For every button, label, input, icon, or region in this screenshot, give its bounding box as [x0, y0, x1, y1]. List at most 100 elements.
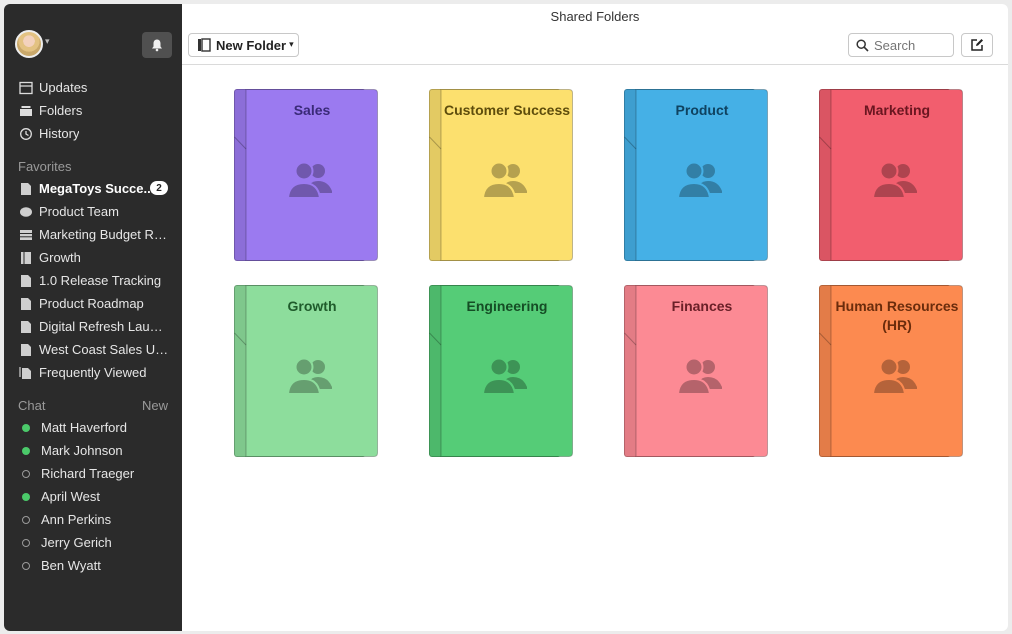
- people-icon: [872, 357, 917, 395]
- chat-bubble-icon: [19, 205, 33, 219]
- offline-status-icon: [22, 538, 30, 547]
- contact-name: Ann Perkins: [41, 512, 112, 527]
- main-content: Shared Folders New Folder ▾ Sales Custome…: [182, 4, 1008, 631]
- sidebar-item[interactable]: West Coast Sales Upd...: [4, 338, 182, 361]
- folder-name: Growth: [287, 298, 337, 314]
- sidebar-item-label: MegaToys Succe...: [39, 181, 155, 196]
- online-status-icon: [22, 446, 30, 455]
- search-box[interactable]: [848, 33, 954, 57]
- sidebar-item-label: Product Team: [39, 204, 119, 219]
- sidebar-item[interactable]: Digital Refresh Launc...: [4, 315, 182, 338]
- document-icon: [19, 182, 33, 196]
- sidebar-item[interactable]: Frequently Viewed: [4, 361, 182, 384]
- chat-contact[interactable]: April West: [4, 485, 182, 508]
- folder-card[interactable]: Product: [624, 89, 768, 261]
- sidebar-item[interactable]: Product Roadmap: [4, 292, 182, 315]
- sidebar-item-label: Growth: [39, 250, 81, 265]
- table-icon: [19, 228, 33, 242]
- people-icon: [677, 161, 722, 199]
- document-icon: [19, 274, 33, 288]
- people-icon: [677, 357, 722, 395]
- sidebar-nav: Updates Folders History Favorites MegaToys S…: [4, 76, 182, 577]
- folder-name: Marketing: [863, 102, 931, 118]
- folder-name: Human Resources (HR): [835, 298, 959, 333]
- sidebar-item[interactable]: Product Team: [4, 200, 182, 223]
- document-icon: [19, 320, 33, 334]
- chevron-down-icon[interactable]: ▾: [45, 37, 55, 47]
- folder-card[interactable]: Marketing: [819, 89, 963, 261]
- contact-name: Jerry Gerich: [41, 535, 112, 550]
- people-icon: [482, 357, 527, 395]
- sidebar-item-label: 1.0 Release Tracking: [39, 273, 162, 288]
- folder-plus-icon: [198, 38, 211, 52]
- chat-contact[interactable]: Jerry Gerich: [4, 531, 182, 554]
- folder-card[interactable]: Human Resources (HR): [819, 285, 963, 457]
- sidebar-item-label: Product Roadmap: [39, 296, 144, 311]
- folder-card[interactable]: Engineering: [429, 285, 573, 457]
- chat-contact[interactable]: Richard Traeger: [4, 462, 182, 485]
- sidebar-item[interactable]: History: [4, 122, 182, 145]
- folder-card[interactable]: Customer Success: [429, 89, 573, 261]
- sidebar-item-label: Marketing Budget Re...: [39, 227, 169, 242]
- folder-name: Product: [675, 102, 729, 118]
- sidebar-item[interactable]: MegaToys Succe... 2: [4, 177, 182, 200]
- folder-name: Engineering: [466, 298, 548, 314]
- document-icon: [19, 297, 33, 311]
- folder-name: Customer Success: [443, 102, 571, 118]
- sidebar-item[interactable]: Folders: [4, 99, 182, 122]
- contact-name: Richard Traeger: [41, 466, 135, 481]
- compose-button[interactable]: [961, 33, 993, 57]
- sidebar-item[interactable]: 1.0 Release Tracking: [4, 269, 182, 292]
- documents-stack-icon: [19, 366, 33, 380]
- online-status-icon: [22, 492, 30, 501]
- notifications-button[interactable]: [142, 32, 172, 58]
- people-icon: [482, 161, 527, 199]
- chat-contact[interactable]: Mark Johnson: [4, 439, 182, 462]
- document-icon: [19, 343, 33, 357]
- folder-card[interactable]: Sales: [234, 89, 378, 261]
- unread-count-badge: 2: [150, 181, 168, 195]
- folder-name: Sales: [293, 102, 331, 118]
- history-icon: [19, 127, 33, 141]
- chat-contact[interactable]: Matt Haverford: [4, 416, 182, 439]
- favorites-heading: Favorites: [4, 155, 182, 177]
- sidebar-item-label: Folders: [39, 103, 83, 118]
- chat-contact[interactable]: Ben Wyatt: [4, 554, 182, 577]
- online-status-icon: [22, 423, 30, 432]
- toolbar-divider: [182, 64, 1008, 65]
- search-input[interactable]: [874, 37, 944, 53]
- new-folder-button[interactable]: New Folder ▾: [188, 33, 299, 57]
- sidebar-item[interactable]: Marketing Budget Re...: [4, 223, 182, 246]
- folder-card[interactable]: Growth: [234, 285, 378, 457]
- folder-card[interactable]: Finances: [624, 285, 768, 457]
- search-icon: [856, 38, 869, 52]
- sidebar-item-label: Frequently Viewed: [39, 365, 147, 380]
- window-title: Shared Folders: [550, 9, 640, 24]
- folders-icon: [19, 104, 33, 118]
- sidebar-item-label: Digital Refresh Launc...: [39, 319, 169, 334]
- sidebar-item[interactable]: Updates: [4, 76, 182, 99]
- offline-status-icon: [22, 561, 30, 570]
- new-folder-label: New Folder: [216, 37, 287, 53]
- contact-name: Matt Haverford: [41, 420, 127, 435]
- offline-status-icon: [22, 515, 30, 524]
- contact-name: April West: [41, 489, 100, 504]
- people-icon: [287, 357, 332, 395]
- folder-name: Finances: [671, 298, 733, 314]
- sidebar-item-label: History: [39, 126, 80, 141]
- sidebar-item-label: West Coast Sales Upd...: [39, 342, 169, 357]
- offline-status-icon: [22, 469, 30, 478]
- user-avatar[interactable]: [15, 30, 43, 58]
- updates-icon: [19, 81, 33, 95]
- section-heading: Chat: [18, 397, 46, 413]
- contact-name: Mark Johnson: [41, 443, 123, 458]
- app-window: ▾ Updates Folders History Favorites MegaToys…: [4, 4, 1008, 631]
- section-heading: Favorites: [18, 158, 72, 174]
- sidebar: ▾ Updates Folders History Favorites MegaToys…: [4, 4, 182, 631]
- chat-heading: Chat New: [4, 394, 182, 416]
- people-icon: [287, 161, 332, 199]
- chat-contact[interactable]: Ann Perkins: [4, 508, 182, 531]
- sidebar-item[interactable]: Growth: [4, 246, 182, 269]
- new-chat-link[interactable]: New: [142, 398, 168, 413]
- people-icon: [872, 161, 917, 199]
